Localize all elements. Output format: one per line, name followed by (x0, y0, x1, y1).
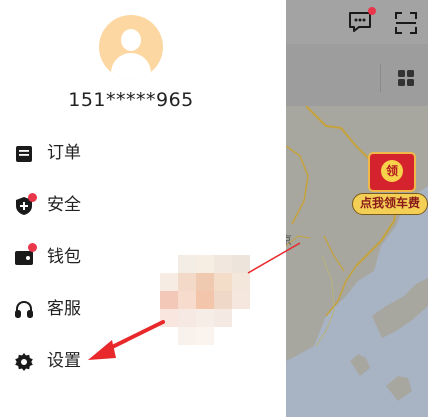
menu-item-label: 安全 (47, 195, 81, 215)
side-drawer: 151*****965 订单 安全 钱包 客服 设置 (0, 0, 286, 417)
menu-item-label: 设置 (47, 351, 81, 371)
apps-grid-icon[interactable] (396, 68, 416, 88)
message-icon[interactable] (348, 7, 376, 34)
menu-item-label: 客服 (47, 299, 81, 319)
message-badge (368, 7, 376, 15)
order-icon (14, 144, 34, 164)
phone-number: 151*****965 (68, 89, 194, 111)
city-label: 京 (286, 233, 293, 247)
red-packet-label[interactable]: 点我领车费 (352, 193, 428, 215)
divider (380, 64, 381, 92)
menu-item-orders[interactable]: 订单 (14, 139, 214, 169)
security-badge (28, 193, 37, 202)
red-packet-coin: 领 (381, 160, 403, 182)
app-screen: 领 点我领车费 京 151*****965 订单 安全 钱包 客服 设置 (0, 0, 428, 417)
menu-item-label: 钱包 (47, 247, 81, 267)
gear-icon (14, 352, 34, 372)
headset-icon (14, 300, 34, 320)
menu-item-security[interactable]: 安全 (14, 191, 214, 221)
mosaic-blur (160, 255, 264, 345)
red-packet-button[interactable]: 领 (368, 152, 416, 192)
map-panel: 领 点我领车费 京 (286, 0, 428, 417)
scan-icon[interactable] (394, 11, 418, 35)
wallet-badge (28, 243, 37, 252)
menu-item-settings[interactable]: 设置 (14, 347, 214, 377)
user-avatar-icon[interactable] (99, 15, 163, 79)
menu-item-label: 订单 (47, 143, 81, 163)
